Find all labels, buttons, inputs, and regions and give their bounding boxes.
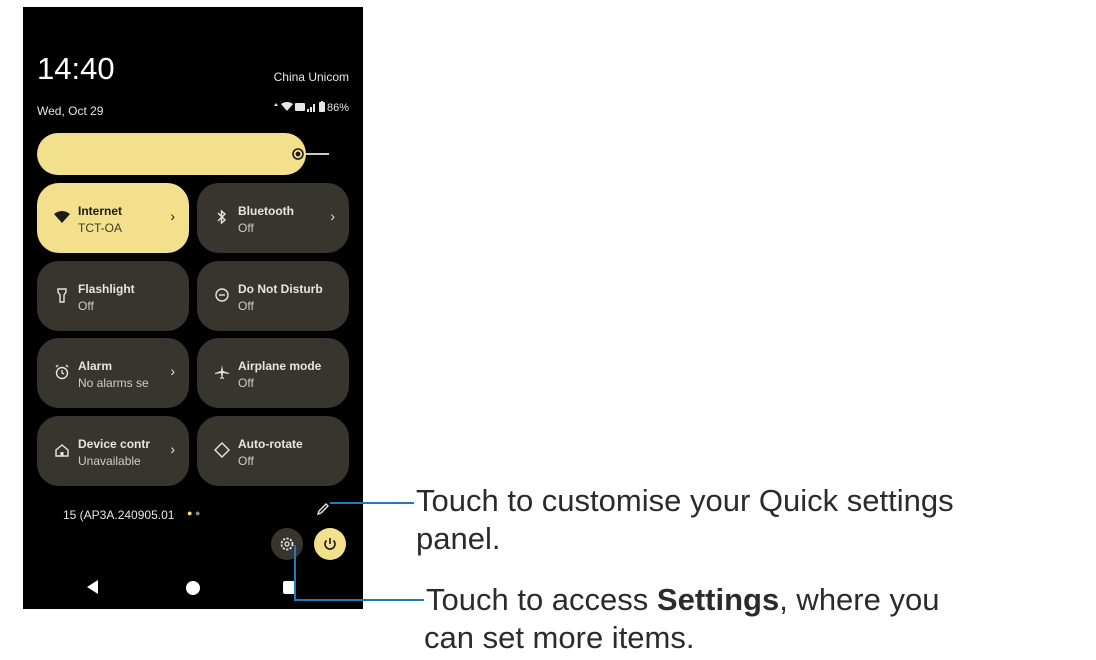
tile-internet[interactable]: Internet TCT-OA › (37, 183, 189, 253)
tile-device-controls[interactable]: Device contr Unavailable › (37, 416, 189, 486)
callout-edit: Touch to customise your Quick settings p… (416, 482, 1086, 558)
back-icon[interactable] (87, 580, 98, 594)
battery-icon (318, 101, 325, 115)
tile-subtitle: Off (238, 221, 254, 235)
tile-alarm[interactable]: Alarm No alarms se › (37, 338, 189, 408)
flashlight-icon (53, 286, 71, 304)
callout-edit-line2: panel. (416, 521, 501, 556)
tile-subtitle: Off (238, 454, 254, 468)
home-icon (53, 441, 71, 459)
chevron-right-icon[interactable]: › (170, 363, 175, 379)
pencil-icon[interactable] (315, 501, 331, 517)
tile-subtitle: Off (238, 376, 254, 390)
callout-settings-post: , where you (779, 582, 940, 617)
power-button[interactable] (314, 528, 346, 560)
signal-icon (306, 102, 317, 115)
home-icon[interactable] (186, 581, 200, 595)
alarm-icon (53, 363, 71, 381)
bluetooth-icon (213, 208, 231, 226)
status-icons: 86% (273, 101, 349, 115)
callout-settings-line2: can set more items. (424, 620, 695, 655)
chevron-right-icon[interactable]: › (330, 208, 335, 224)
tile-bluetooth[interactable]: Bluetooth Off › (197, 183, 349, 253)
tile-title: Alarm (78, 359, 113, 373)
tile-title: Auto-rotate (238, 437, 303, 451)
chevron-right-icon[interactable]: › (170, 441, 175, 457)
build-number: 15 (AP3A.240905.01 (63, 508, 175, 522)
callout-leader-settings (294, 599, 424, 601)
callout-leader-settings-vertical (294, 545, 296, 601)
airplane-icon (213, 363, 231, 381)
callout-leader-edit (330, 502, 414, 504)
callout-settings: Touch to access Settings, where you can … (424, 581, 1086, 657)
chevron-right-icon[interactable]: › (170, 208, 175, 224)
tile-title: Airplane mode (238, 359, 322, 373)
battery-percent: 86% (326, 102, 349, 114)
brightness-icon (289, 145, 307, 163)
hd-icon (294, 102, 305, 114)
do-not-disturb-icon (213, 286, 231, 304)
tile-subtitle: No alarms se (78, 376, 149, 390)
callout-settings-bold: Settings (656, 582, 780, 617)
page-dot: ● (194, 508, 201, 518)
callout-settings-line1: Touch to access Settings, where you (426, 581, 1086, 619)
wifi-icon (53, 208, 71, 226)
data-arrows-icon (273, 102, 279, 115)
date: Wed, Oct 29 (37, 104, 104, 118)
tile-do-not-disturb[interactable]: Do Not Disturb Off (197, 261, 349, 331)
callout-edit-line1: Touch to customise your Quick settings (416, 483, 954, 518)
settings-button[interactable] (271, 528, 303, 560)
page-indicator: ● ● (187, 508, 200, 518)
power-icon (321, 535, 339, 558)
tile-title: Internet (78, 204, 123, 218)
tile-title: Bluetooth (238, 204, 294, 218)
tile-subtitle: Off (78, 299, 94, 313)
tile-title: Do Not Disturb (238, 282, 323, 296)
page-dot-active: ● (187, 508, 193, 518)
callout-settings-pre: Touch to access (426, 582, 657, 617)
tile-auto-rotate[interactable]: Auto-rotate Off (197, 416, 349, 486)
carrier-name: China Unicom (273, 70, 349, 84)
tile-subtitle: Unavailable (78, 454, 141, 468)
auto-rotate-icon (213, 441, 231, 459)
tile-subtitle: Off (238, 299, 254, 313)
tile-subtitle: TCT-OA (78, 221, 122, 235)
brightness-slider[interactable] (37, 133, 306, 175)
tile-airplane-mode[interactable]: Airplane mode Off (197, 338, 349, 408)
tile-flashlight[interactable]: Flashlight Off (37, 261, 189, 331)
wifi-icon (280, 101, 293, 115)
tile-title: Flashlight (78, 282, 135, 296)
clock: 14:40 (37, 51, 115, 86)
phone-screen: 14:40 Wed, Oct 29 China Unicom 86% Inter… (23, 7, 363, 609)
tile-title: Device contr (78, 437, 151, 451)
